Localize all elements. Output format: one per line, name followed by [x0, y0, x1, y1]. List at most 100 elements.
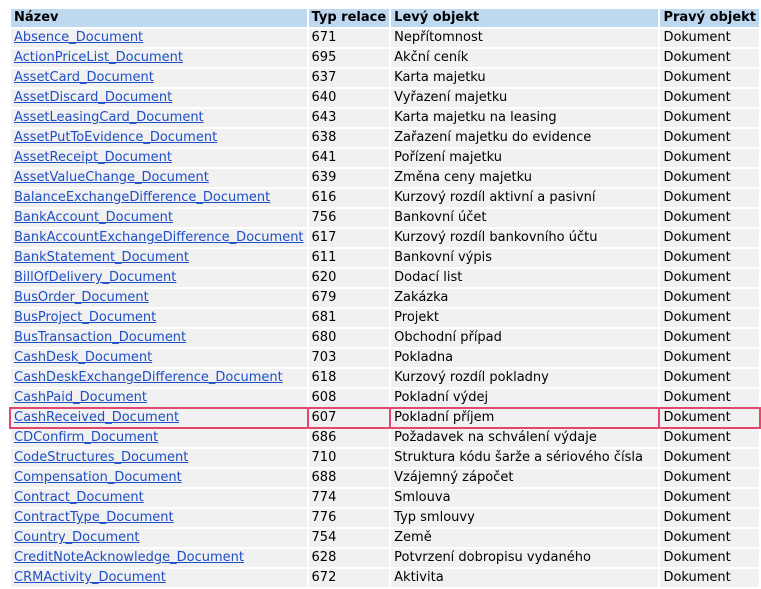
left-object-cell: Požadavek na schválení výdaje	[391, 429, 659, 447]
relation-link[interactable]: CashDesk_Document	[14, 350, 152, 365]
relation-link[interactable]: AssetLeasingCard_Document	[14, 110, 204, 125]
relation-link[interactable]: ActionPriceList_Document	[14, 50, 183, 65]
table-row: Country_Document 754 Země Dokument	[11, 529, 759, 547]
type-cell: 754	[308, 529, 390, 547]
relation-link[interactable]: AssetPutToEvidence_Document	[14, 130, 217, 145]
relation-link[interactable]: CashReceived_Document	[14, 410, 179, 425]
type-cell: 686	[308, 429, 390, 447]
table-row: CashDeskExchangeDifference_Document 618 Ku…	[11, 369, 759, 387]
left-object-cell: Kurzový rozdíl aktivní a pasivní	[391, 189, 659, 207]
right-object-cell: Dokument	[660, 89, 759, 107]
name-cell: BankAccountExchangeDifference_Document	[11, 229, 307, 247]
table-row: CRMActivity_Document 672 Aktivita Dokument	[11, 569, 759, 587]
name-cell: CashDeskExchangeDifference_Document	[11, 369, 307, 387]
right-object-cell: Dokument	[660, 549, 759, 567]
table-row: AssetCard_Document 637 Karta majetku Dokume…	[11, 69, 759, 87]
relation-link[interactable]: BankStatement_Document	[14, 250, 189, 265]
right-object-cell: Dokument	[660, 529, 759, 547]
name-cell: CDConfirm_Document	[11, 429, 307, 447]
type-cell: 680	[308, 329, 390, 347]
left-object-cell: Změna ceny majetku	[391, 169, 659, 187]
header-row: Název Typ relace Levý objekt Pravý objek…	[11, 9, 759, 27]
right-object-cell: Dokument	[660, 269, 759, 287]
type-cell: 671	[308, 29, 390, 47]
table-row: CreditNoteAcknowledge_Document 628 Potvrze…	[11, 549, 759, 567]
type-cell: 611	[308, 249, 390, 267]
table-row: Absence_Document 671 Nepřítomnost Dokument	[11, 29, 759, 47]
table-row: CashPaid_Document 608 Pokladní výdej Dokume…	[11, 389, 759, 407]
relation-link[interactable]: CreditNoteAcknowledge_Document	[14, 550, 244, 565]
left-object-cell: Zařazení majetku do evidence	[391, 129, 659, 147]
type-cell: 608	[308, 389, 390, 407]
type-cell: 641	[308, 149, 390, 167]
table-row: AssetValueChange_Document 639 Změna ceny m…	[11, 169, 759, 187]
right-object-cell: Dokument	[660, 229, 759, 247]
name-cell: ContractType_Document	[11, 509, 307, 527]
relation-link[interactable]: AssetCard_Document	[14, 70, 154, 85]
name-cell: BusOrder_Document	[11, 289, 307, 307]
left-object-cell: Kurzový rozdíl pokladny	[391, 369, 659, 387]
name-cell: CashReceived_Document	[9, 407, 309, 429]
right-object-cell: Dokument	[660, 289, 759, 307]
type-cell: 756	[308, 209, 390, 227]
name-cell: AssetLeasingCard_Document	[11, 109, 307, 127]
left-object-cell: Projekt	[391, 309, 659, 327]
table-row: BankAccount_Document 756 Bankovní účet Doku…	[11, 209, 759, 227]
right-object-cell: Dokument	[658, 407, 761, 429]
relation-link[interactable]: BillOfDelivery_Document	[14, 270, 176, 285]
header-left-object: Levý objekt	[391, 9, 659, 27]
relation-link[interactable]: BalanceExchangeDifference_Document	[14, 190, 270, 205]
name-cell: BillOfDelivery_Document	[11, 269, 307, 287]
relation-link[interactable]: BusOrder_Document	[14, 290, 149, 305]
left-object-cell: Pokladní výdej	[391, 389, 659, 407]
name-cell: BankStatement_Document	[11, 249, 307, 267]
relation-link[interactable]: CashPaid_Document	[14, 390, 147, 405]
relation-link[interactable]: AssetReceipt_Document	[14, 150, 172, 165]
name-cell: Contract_Document	[11, 489, 307, 507]
relation-link[interactable]: Country_Document	[14, 530, 140, 545]
right-object-cell: Dokument	[660, 369, 759, 387]
type-cell: 607	[306, 407, 392, 429]
right-object-cell: Dokument	[660, 129, 759, 147]
right-object-cell: Dokument	[660, 189, 759, 207]
relation-link[interactable]: CashDeskExchangeDifference_Document	[14, 370, 283, 385]
name-cell: CodeStructures_Document	[11, 449, 307, 467]
header-type: Typ relace	[308, 9, 390, 27]
left-object-cell: Vzájemný zápočet	[391, 469, 659, 487]
table-row: ActionPriceList_Document 695 Akční ceník Do…	[11, 49, 759, 67]
table-row: BusProject_Document 681 Projekt Dokument	[11, 309, 759, 327]
name-cell: BalanceExchangeDifference_Document	[11, 189, 307, 207]
left-object-cell: Karta majetku na leasing	[391, 109, 659, 127]
relation-link[interactable]: ContractType_Document	[14, 510, 174, 525]
relation-link[interactable]: BankAccountExchangeDifference_Document	[14, 230, 304, 245]
right-object-cell: Dokument	[660, 309, 759, 327]
name-cell: CashDesk_Document	[11, 349, 307, 367]
relation-link[interactable]: Contract_Document	[14, 490, 144, 505]
left-object-cell: Struktura kódu šarže a sériového čísla	[391, 449, 659, 467]
relation-link[interactable]: CRMActivity_Document	[14, 570, 166, 585]
left-object-cell: Nepřítomnost	[391, 29, 659, 47]
table-row: CDConfirm_Document 686 Požadavek na schvál…	[11, 429, 759, 447]
type-cell: 638	[308, 129, 390, 147]
table-row: BankStatement_Document 611 Bankovní výpis D…	[11, 249, 759, 267]
right-object-cell: Dokument	[660, 109, 759, 127]
right-object-cell: Dokument	[660, 569, 759, 587]
left-object-cell: Pokladní příjem	[389, 407, 661, 429]
name-cell: ActionPriceList_Document	[11, 49, 307, 67]
relation-link[interactable]: CodeStructures_Document	[14, 450, 188, 465]
left-object-cell: Země	[391, 529, 659, 547]
relation-link[interactable]: AssetValueChange_Document	[14, 170, 209, 185]
relation-link[interactable]: CDConfirm_Document	[14, 430, 158, 445]
right-object-cell: Dokument	[660, 489, 759, 507]
type-cell: 688	[308, 469, 390, 487]
left-object-cell: Vyřazení majetku	[391, 89, 659, 107]
relation-link[interactable]: BusProject_Document	[14, 310, 156, 325]
table-row: BalanceExchangeDifference_Document 616 Kur…	[11, 189, 759, 207]
relation-link[interactable]: BusTransaction_Document	[14, 330, 186, 345]
relation-link[interactable]: AssetDiscard_Document	[14, 90, 172, 105]
relation-link[interactable]: Absence_Document	[14, 30, 143, 45]
name-cell: BusTransaction_Document	[11, 329, 307, 347]
relation-link[interactable]: Compensation_Document	[14, 470, 182, 485]
relation-link[interactable]: BankAccount_Document	[14, 210, 173, 225]
right-object-cell: Dokument	[660, 509, 759, 527]
